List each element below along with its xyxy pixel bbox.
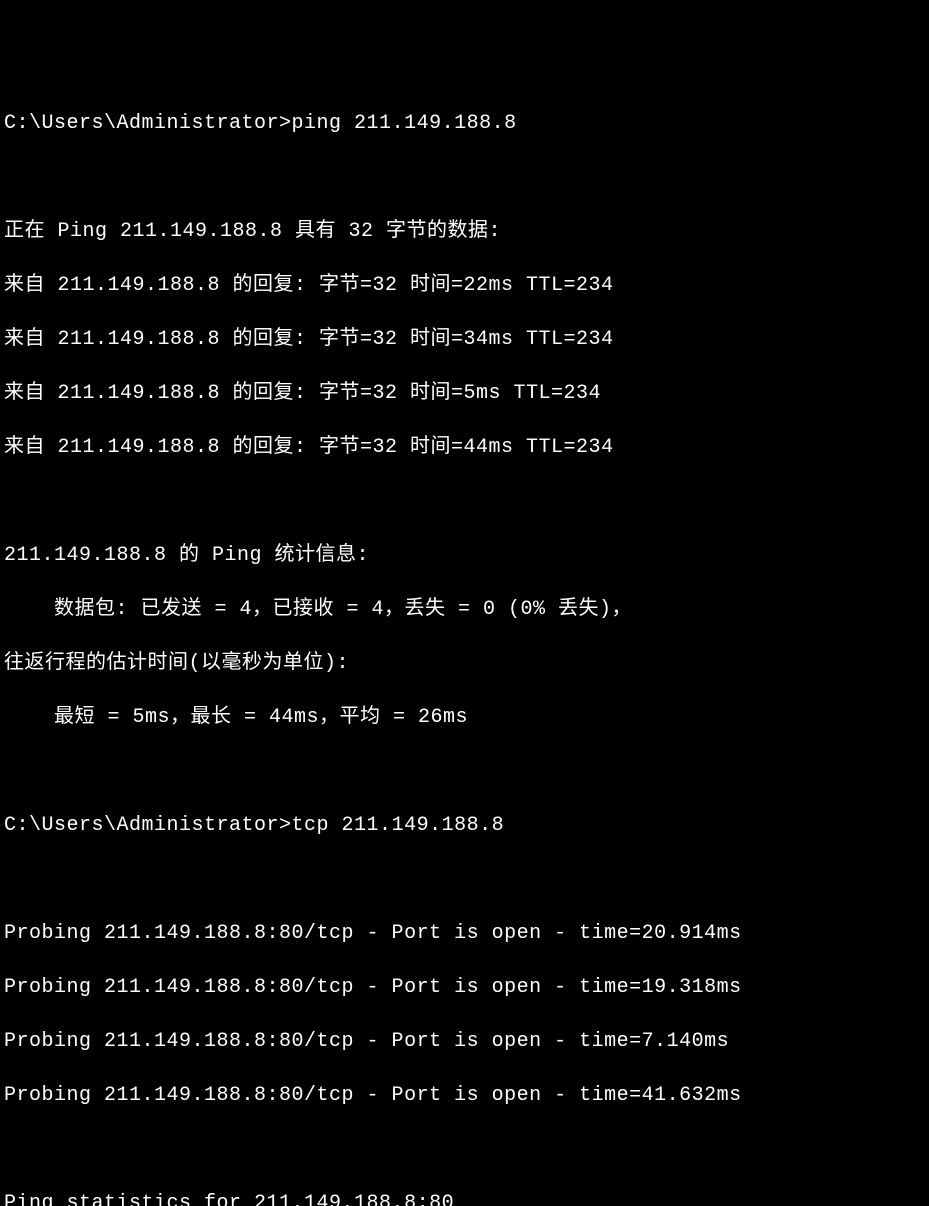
ping-rtt-values: 最短 = 5ms，最长 = 44ms，平均 = 26ms [4,704,925,731]
ping-header: 正在 Ping 211.149.188.8 具有 32 字节的数据: [4,218,925,245]
blank-line [4,866,925,893]
prompt-path: C:\Users\Administrator> [4,814,292,837]
blank-line [4,758,925,785]
ping-rtt-header: 往返行程的估计时间(以毫秒为单位): [4,650,925,677]
tcp-probe: Probing 211.149.188.8:80/tcp - Port is o… [4,974,925,1001]
blank-line [4,164,925,191]
ping-reply: 来自 211.149.188.8 的回复: 字节=32 时间=5ms TTL=2… [4,380,925,407]
ping-reply: 来自 211.149.188.8 的回复: 字节=32 时间=44ms TTL=… [4,434,925,461]
ping-stats-header: 211.149.188.8 的 Ping 统计信息: [4,542,925,569]
ping-reply: 来自 211.149.188.8 的回复: 字节=32 时间=22ms TTL=… [4,272,925,299]
prompt-line-tcp[interactable]: C:\Users\Administrator>tcp 211.149.188.8 [4,812,925,839]
tcp-probe: Probing 211.149.188.8:80/tcp - Port is o… [4,1028,925,1055]
ping-reply: 来自 211.149.188.8 的回复: 字节=32 时间=34ms TTL=… [4,326,925,353]
command-ping: ping 211.149.188.8 [292,112,517,135]
tcp-probe: Probing 211.149.188.8:80/tcp - Port is o… [4,920,925,947]
ping-packets: 数据包: 已发送 = 4，已接收 = 4，丢失 = 0 (0% 丢失)， [4,596,925,623]
tcp-probe: Probing 211.149.188.8:80/tcp - Port is o… [4,1082,925,1109]
blank-line [4,1136,925,1163]
blank-line [4,488,925,515]
command-tcp: tcp 211.149.188.8 [292,814,505,837]
prompt-path: C:\Users\Administrator> [4,112,292,135]
tcp-stats-header: Ping statistics for 211.149.188.8:80 [4,1190,925,1206]
prompt-line-ping[interactable]: C:\Users\Administrator>ping 211.149.188.… [4,110,925,137]
